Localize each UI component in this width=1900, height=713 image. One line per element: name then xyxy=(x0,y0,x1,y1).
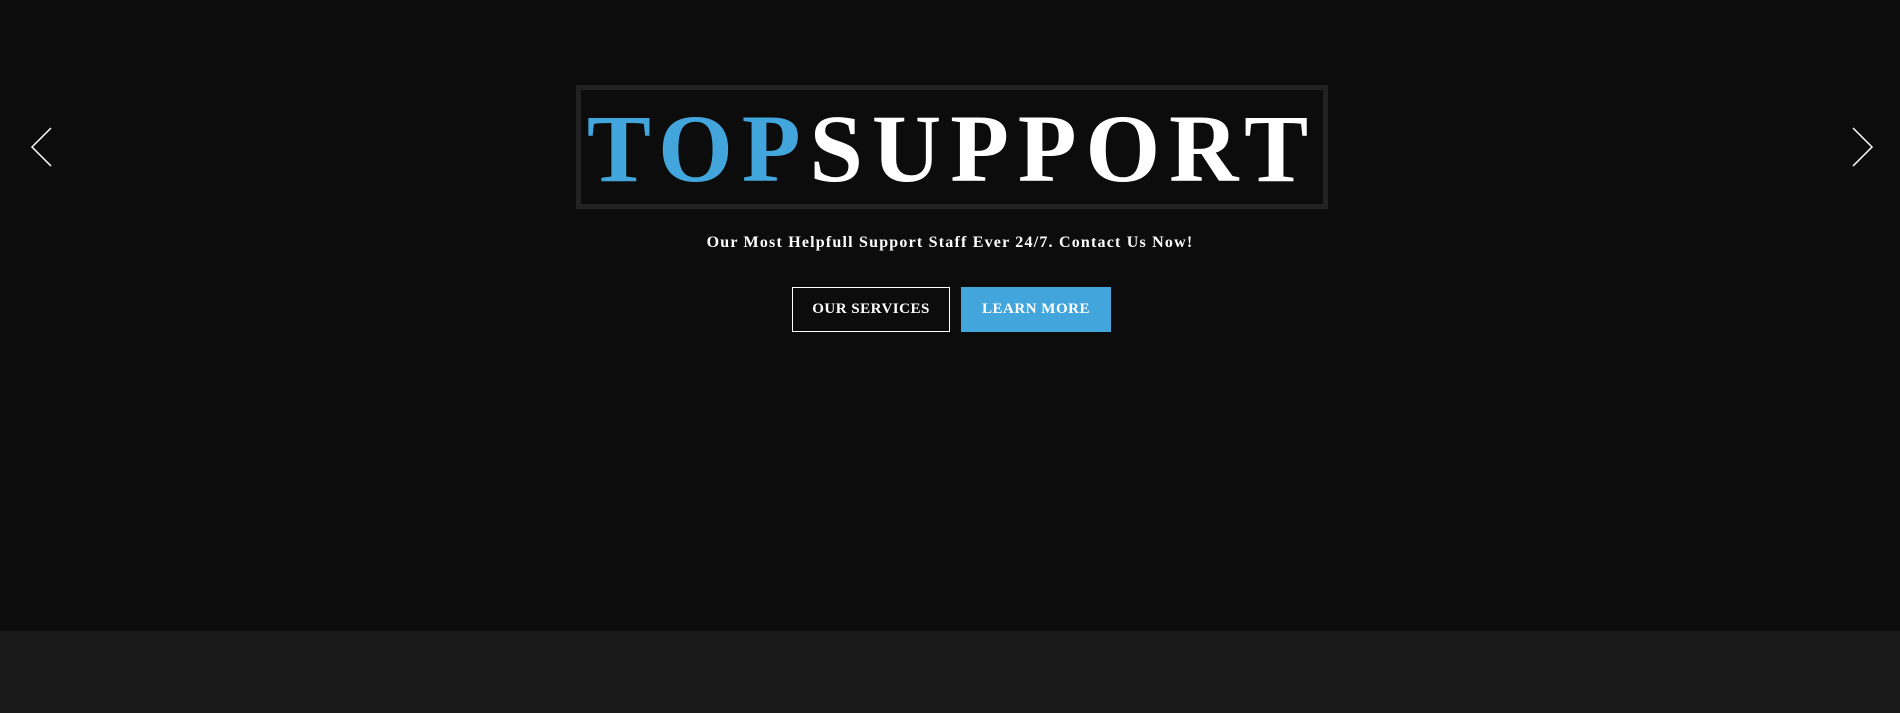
logo-accent-text: TOP xyxy=(586,95,810,202)
hero-slider: TOPSUPPORT Our Most Helpfull Support Sta… xyxy=(0,0,1900,631)
our-services-button[interactable]: OUR SERVICES xyxy=(792,287,950,332)
slider-prev-button[interactable] xyxy=(30,126,54,168)
chevron-left-icon xyxy=(30,127,52,167)
logo-text: TOPSUPPORT xyxy=(587,101,1317,197)
section-band xyxy=(0,631,1900,713)
learn-more-button[interactable]: LEARN MORE xyxy=(961,287,1111,332)
slider-next-button[interactable] xyxy=(1850,126,1874,168)
logo: TOPSUPPORT xyxy=(576,85,1328,209)
logo-main-text: SUPPORT xyxy=(809,95,1318,202)
hero-tagline: Our Most Helpfull Support Staff Ever 24/… xyxy=(706,234,1194,251)
chevron-right-icon xyxy=(1852,127,1874,167)
